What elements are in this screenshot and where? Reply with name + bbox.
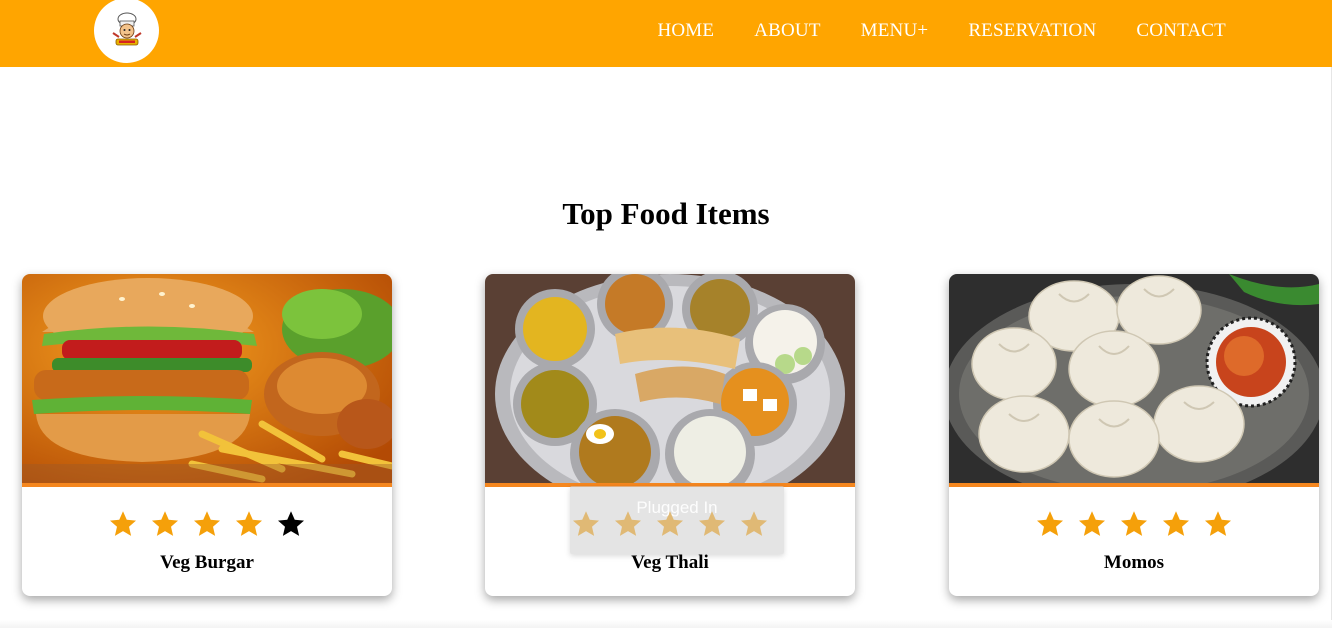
bottom-edge bbox=[0, 620, 1332, 628]
navbar: HOME ABOUT MENU+ RESERVATION CONTACT bbox=[0, 0, 1332, 67]
rating-stars bbox=[22, 509, 392, 539]
momos-image bbox=[949, 274, 1319, 483]
star-filled-icon[interactable] bbox=[1035, 509, 1065, 539]
nav-reservation[interactable]: RESERVATION bbox=[968, 20, 1096, 42]
main-nav: HOME ABOUT MENU+ RESERVATION CONTACT bbox=[657, 20, 1226, 42]
rating-stars bbox=[949, 509, 1319, 539]
burger-image bbox=[22, 274, 392, 483]
star-filled-icon[interactable] bbox=[1203, 509, 1233, 539]
food-name: Veg Burgar bbox=[160, 552, 254, 573]
section-title: Top Food Items bbox=[562, 196, 770, 231]
chef-logo-icon[interactable] bbox=[94, 0, 159, 63]
star-filled-icon[interactable] bbox=[150, 509, 180, 539]
star-filled-icon[interactable] bbox=[192, 509, 222, 539]
card-accent-bar bbox=[949, 483, 1319, 487]
toast-text: Plugged In bbox=[636, 498, 718, 517]
food-name: Momos bbox=[1103, 552, 1165, 573]
card-accent-bar bbox=[22, 483, 392, 487]
nav-home[interactable]: HOME bbox=[657, 20, 714, 42]
star-filled-icon[interactable] bbox=[234, 509, 264, 539]
nav-menu[interactable]: MENU+ bbox=[861, 20, 929, 42]
nav-contact[interactable]: CONTACT bbox=[1136, 20, 1226, 42]
star-filled-icon[interactable] bbox=[1077, 509, 1107, 539]
thali-image bbox=[485, 274, 855, 483]
star-filled-icon[interactable] bbox=[1161, 509, 1191, 539]
star-empty-icon[interactable] bbox=[276, 509, 306, 539]
star-filled-icon[interactable] bbox=[108, 509, 138, 539]
food-card-veg-burger[interactable]: Veg Burgar bbox=[22, 274, 392, 596]
food-card-momos[interactable]: Momos bbox=[949, 274, 1319, 596]
plugged-in-toast: Plugged In bbox=[570, 486, 784, 554]
nav-about[interactable]: ABOUT bbox=[754, 20, 820, 42]
food-name: Veg Thali bbox=[631, 552, 709, 573]
star-filled-icon[interactable] bbox=[1119, 509, 1149, 539]
